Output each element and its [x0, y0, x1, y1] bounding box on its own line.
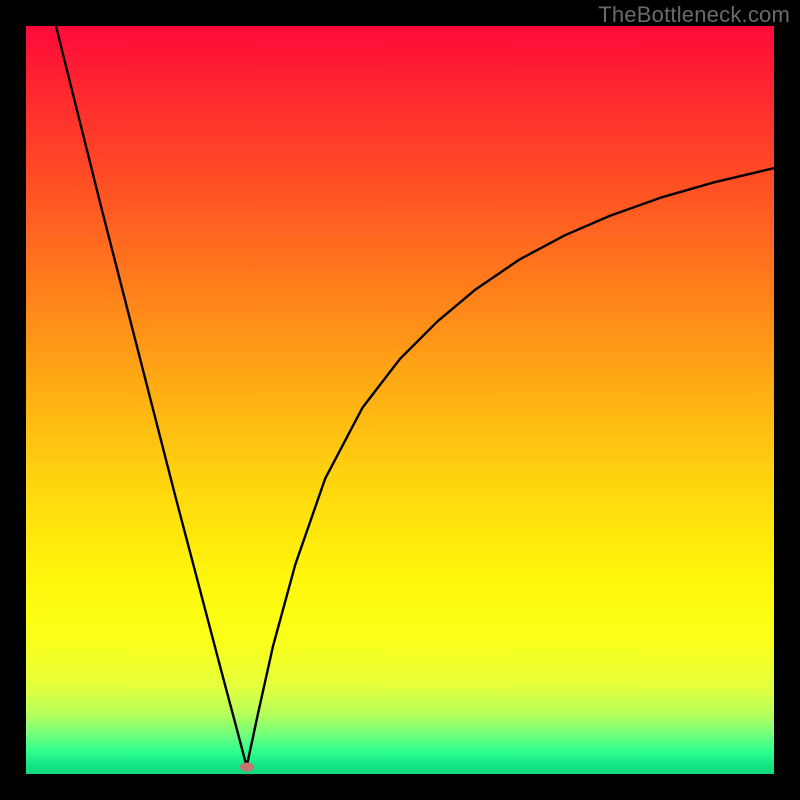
- chart-container: TheBottleneck.com: [0, 0, 800, 800]
- plot-area: [26, 26, 774, 774]
- curve-line: [56, 26, 774, 767]
- watermark-text: TheBottleneck.com: [598, 2, 790, 28]
- bottleneck-curve: [26, 26, 774, 774]
- minimum-marker: [240, 762, 254, 771]
